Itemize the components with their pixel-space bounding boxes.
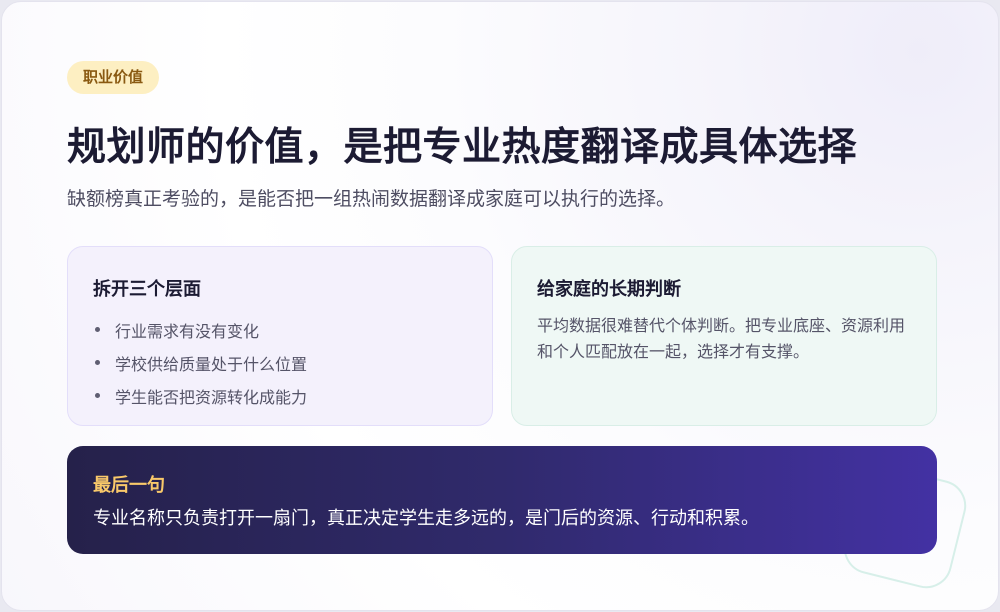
slide-card: 职业价值 规划师的价值，是把专业热度翻译成具体选择 缺额榜真正考验的，是能否把一… — [1, 1, 999, 611]
bullet-dot-icon — [95, 393, 100, 398]
final-statement-text: 专业名称只负责打开一扇门，真正决定学生走多远的，是门后的资源、行动和积累。 — [93, 508, 759, 529]
long-term-judgment-card: 给家庭的长期判断 平均数据很难替代个体判断。把专业底座、资源利用和个人匹配放在一… — [511, 246, 937, 426]
three-levels-list: 行业需求有没有变化 学校供给质量处于什么位置 学生能否把资源转化成能力 — [93, 313, 307, 412]
category-badge: 职业价值 — [67, 61, 160, 94]
long-term-judgment-title: 给家庭的长期判断 — [537, 279, 681, 300]
final-statement-title: 最后一句 — [93, 475, 165, 496]
three-levels-card: 拆开三个层面 行业需求有没有变化 学校供给质量处于什么位置 学生能否把资源转化成… — [67, 246, 493, 426]
long-term-judgment-text: 平均数据很难替代个体判断。把专业底座、资源利用和个人匹配放在一起，选择才有支撑。 — [537, 316, 906, 361]
list-item-text: 学生能否把资源转化成能力 — [115, 387, 308, 407]
list-item-text: 学校供给质量处于什么位置 — [115, 354, 308, 374]
bullet-dot-icon — [95, 360, 100, 365]
list-item: 学生能否把资源转化成能力 — [93, 379, 307, 412]
list-item-text: 行业需求有没有变化 — [115, 321, 260, 341]
bullet-dot-icon — [95, 327, 100, 332]
three-levels-title: 拆开三个层面 — [93, 279, 201, 300]
list-item: 学校供给质量处于什么位置 — [93, 346, 307, 379]
list-item: 行业需求有没有变化 — [93, 313, 307, 346]
final-statement-banner: 最后一句 专业名称只负责打开一扇门，真正决定学生走多远的，是门后的资源、行动和积… — [67, 446, 937, 554]
page-subtitle: 缺额榜真正考验的，是能否把一组热闹数据翻译成家庭可以执行的选择。 — [67, 188, 676, 210]
page-title: 规划师的价值，是把专业热度翻译成具体选择 — [67, 125, 858, 170]
